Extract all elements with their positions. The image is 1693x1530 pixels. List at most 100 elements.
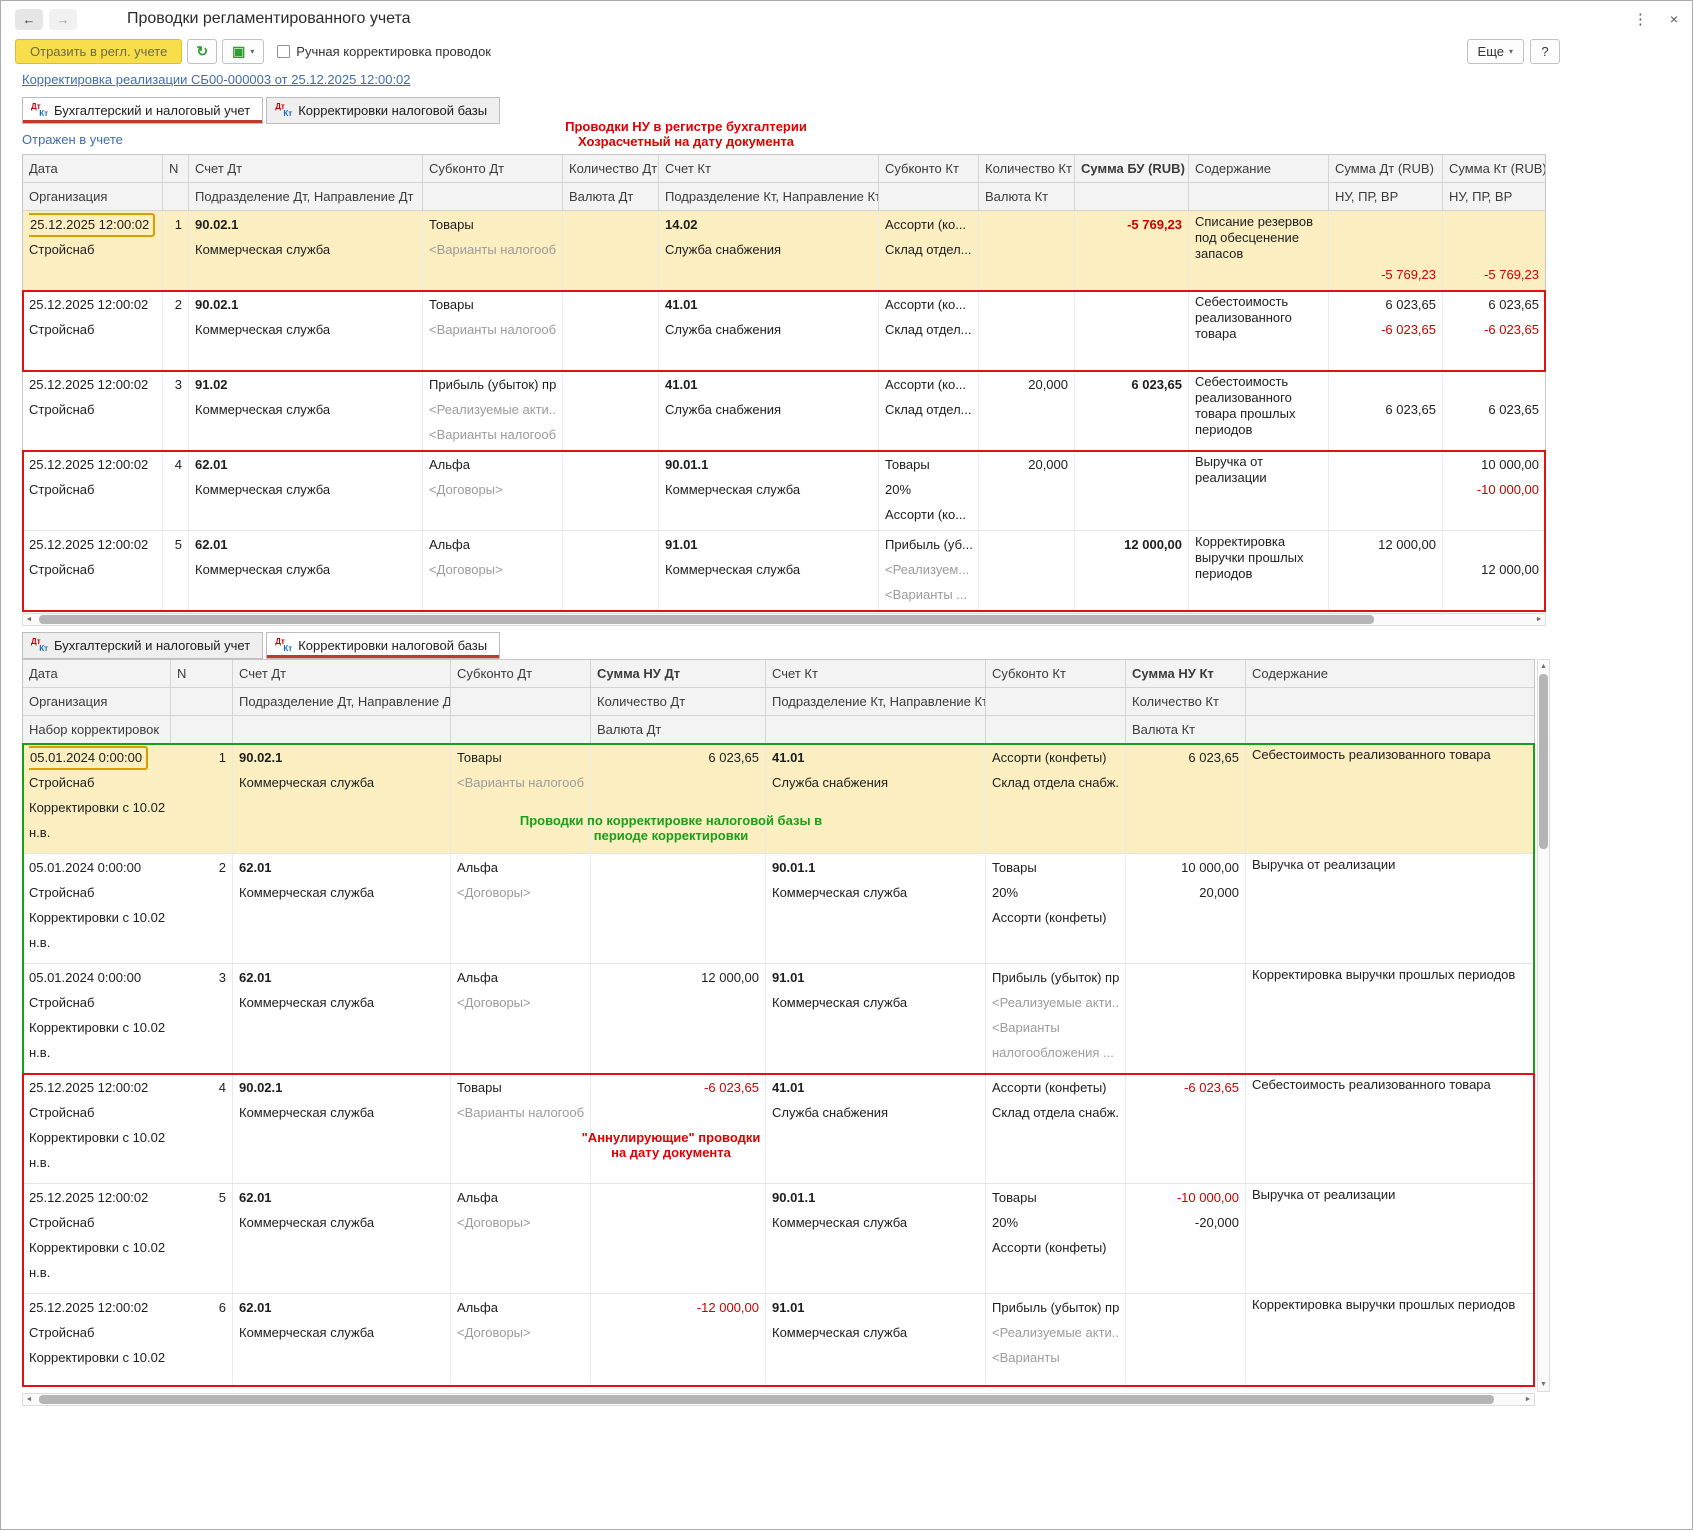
- table-cell[interactable]: 62.01 Коммерческая служба: [233, 854, 451, 963]
- table-cell[interactable]: Списание резервов под обесценение запасо…: [1189, 211, 1329, 290]
- table-cell[interactable]: Прибыль (уб... <Реализуем... <Варианты ...: [879, 531, 979, 610]
- table-cell[interactable]: 90.01.1 Коммерческая служба: [659, 451, 879, 530]
- table-cell[interactable]: 90.02.1 Коммерческая служба: [189, 291, 423, 370]
- table-cell[interactable]: Альфа <Договоры>: [423, 451, 563, 530]
- column-header[interactable]: [171, 688, 233, 715]
- column-header[interactable]: Субконто Дт: [451, 660, 591, 687]
- column-header[interactable]: [879, 183, 979, 210]
- table-cell[interactable]: [563, 451, 659, 530]
- table-cell[interactable]: 62.01 Коммерческая служба: [189, 531, 423, 610]
- table-cell[interactable]: 05.01.2024 0:00:00 Стройснаб Корректировки…: [23, 854, 171, 963]
- column-header[interactable]: [451, 688, 591, 715]
- table-cell[interactable]: [591, 854, 766, 963]
- checkbox-box[interactable]: [277, 45, 291, 58]
- help-button[interactable]: ?: [1530, 39, 1560, 64]
- column-header[interactable]: Валюта Кт: [979, 183, 1075, 210]
- close-icon[interactable]: ×: [1670, 11, 1678, 27]
- column-header[interactable]: Субконто Дт: [423, 155, 563, 182]
- table-cell[interactable]: 10 000,00 -10 000,00: [1443, 451, 1545, 530]
- table-row[interactable]: 25.12.2025 12:00:02 Стройснаб 2 90.02.1 Комм…: [23, 291, 1545, 371]
- table-cell[interactable]: 4: [171, 1074, 233, 1183]
- table-row[interactable]: 25.12.2025 12:00:02 Стройснаб Корректировк…: [23, 1184, 1534, 1294]
- column-header[interactable]: НУ, ПР, ВР: [1329, 183, 1443, 210]
- table-cell[interactable]: Себестоимость реализованного товара: [1246, 744, 1534, 853]
- table-cell[interactable]: -5 769,23: [1443, 211, 1545, 290]
- table-cell[interactable]: 5: [171, 1184, 233, 1293]
- table-cell[interactable]: 62.01 Коммерческая служба: [233, 1294, 451, 1385]
- table-row[interactable]: 05.01.2024 0:00:00 Стройснаб Корректировки…: [23, 854, 1534, 964]
- column-header[interactable]: [766, 716, 986, 743]
- table-cell[interactable]: Корректировка выручки прошлых периодов: [1246, 964, 1534, 1073]
- scrollbar-thumb[interactable]: [39, 1395, 1494, 1404]
- column-header[interactable]: Организация: [23, 688, 171, 715]
- column-header[interactable]: Счет Дт: [189, 155, 423, 182]
- document-link[interactable]: Корректировка реализации СБ00-000003 от …: [22, 72, 411, 87]
- table-cell[interactable]: 41.01 Служба снабжения: [659, 291, 879, 370]
- tab-accounting-tax[interactable]: Дт Кт Бухгалтерский и налоговый учет: [22, 632, 264, 659]
- table-cell[interactable]: 91.02 Коммерческая служба: [189, 371, 423, 450]
- table-cell[interactable]: Прибыль (убыток) пр... <Реализуемые акти.…: [986, 964, 1126, 1073]
- column-header[interactable]: Субконто Кт: [986, 660, 1126, 687]
- table-cell[interactable]: [1329, 451, 1443, 530]
- column-header[interactable]: Количество Кт: [1126, 688, 1246, 715]
- table-cell[interactable]: 14.02 Служба снабжения: [659, 211, 879, 290]
- column-header[interactable]: [1075, 183, 1189, 210]
- table-cell[interactable]: Выручка от реализации: [1189, 451, 1329, 530]
- table-cell[interactable]: 6 023,65 -6 023,65: [1329, 291, 1443, 370]
- table-cell[interactable]: Выручка от реализации: [1246, 854, 1534, 963]
- table-cell[interactable]: 91.01 Коммерческая служба: [766, 964, 986, 1073]
- table-cell[interactable]: Товары <Варианты налогооб...: [423, 211, 563, 290]
- table-cell[interactable]: 6 023,65: [1126, 744, 1246, 853]
- table-cell[interactable]: [591, 1184, 766, 1293]
- column-header[interactable]: Содержание: [1189, 155, 1329, 182]
- table-cell[interactable]: Себестоимость реализованного товара: [1189, 291, 1329, 370]
- table-cell[interactable]: [563, 291, 659, 370]
- table-cell[interactable]: 6: [171, 1294, 233, 1385]
- column-header[interactable]: [1246, 716, 1534, 743]
- table-cell[interactable]: 90.02.1 Коммерческая служба: [189, 211, 423, 290]
- table-cell[interactable]: [563, 531, 659, 610]
- column-header[interactable]: Дата: [23, 155, 163, 182]
- column-header[interactable]: [163, 183, 189, 210]
- table-cell[interactable]: 25.12.2025 12:00:02 Стройснаб: [23, 531, 163, 610]
- table-cell[interactable]: 62.01 Коммерческая служба: [189, 451, 423, 530]
- table-cell[interactable]: 1: [163, 211, 189, 290]
- column-header[interactable]: [451, 716, 591, 743]
- table-cell[interactable]: Себестоимость реализованного товара: [1246, 1074, 1534, 1183]
- more-button[interactable]: Еще ▾: [1466, 39, 1524, 64]
- table-cell[interactable]: 10 000,00 20,000: [1126, 854, 1246, 963]
- column-header[interactable]: Валюта Дт: [563, 183, 659, 210]
- tab-accounting-tax[interactable]: Дт Кт Бухгалтерский и налоговый учет: [22, 97, 264, 124]
- table-cell[interactable]: Альфа <Договоры>: [451, 1294, 591, 1385]
- scroll-down-icon[interactable]: ▼: [1538, 1379, 1549, 1390]
- table-cell[interactable]: Выручка от реализации: [1246, 1184, 1534, 1293]
- column-header[interactable]: Сумма НУ Дт: [591, 660, 766, 687]
- column-header[interactable]: Подразделение Дт, Направление Дт: [189, 183, 423, 210]
- table-cell[interactable]: [563, 211, 659, 290]
- table-cell[interactable]: -12 000,00: [591, 1294, 766, 1385]
- table-cell[interactable]: [1075, 291, 1189, 370]
- column-header[interactable]: Сумма БУ (RUB): [1075, 155, 1189, 182]
- table-row[interactable]: 25.12.2025 12:00:02 Стройснаб 4 62.01 Коммер…: [23, 451, 1545, 531]
- table-cell[interactable]: Товары 20% Ассорти (конфеты): [986, 854, 1126, 963]
- table-row[interactable]: 05.01.2024 0:00:00 Стройснаб Корректировки…: [23, 964, 1534, 1074]
- column-header[interactable]: Сумма НУ Кт: [1126, 660, 1246, 687]
- refresh-button[interactable]: ↻: [187, 39, 218, 64]
- column-header[interactable]: Счет Кт: [766, 660, 986, 687]
- table-cell[interactable]: 41.01 Служба снабжения: [659, 371, 879, 450]
- table-cell[interactable]: [979, 531, 1075, 610]
- column-header[interactable]: Подразделение Дт, Направление Дт: [233, 688, 451, 715]
- table-cell[interactable]: Альфа <Договоры>: [451, 964, 591, 1073]
- table-cell[interactable]: Ассорти (ко... Склад отдел...: [879, 211, 979, 290]
- reflect-button[interactable]: Отразить в регл. учете: [15, 39, 183, 64]
- table-cell[interactable]: 25.12.2025 12:00:02 Стройснаб Корректировк…: [23, 1184, 171, 1293]
- column-header[interactable]: [1246, 688, 1534, 715]
- table-row[interactable]: 25.12.2025 12:00:02 Стройснаб Корректировк…: [23, 1294, 1534, 1386]
- column-header[interactable]: Содержание: [1246, 660, 1534, 687]
- table-cell[interactable]: 6 023,65: [1329, 371, 1443, 450]
- column-header[interactable]: Субконто Кт: [879, 155, 979, 182]
- table-cell[interactable]: 90.01.1 Коммерческая служба: [766, 854, 986, 963]
- table-cell[interactable]: 25.12.2025 12:00:02 Стройснаб: [23, 451, 163, 530]
- table-cell[interactable]: Ассорти (ко... Склад отдел...: [879, 371, 979, 450]
- table-cell[interactable]: 20,000: [979, 371, 1075, 450]
